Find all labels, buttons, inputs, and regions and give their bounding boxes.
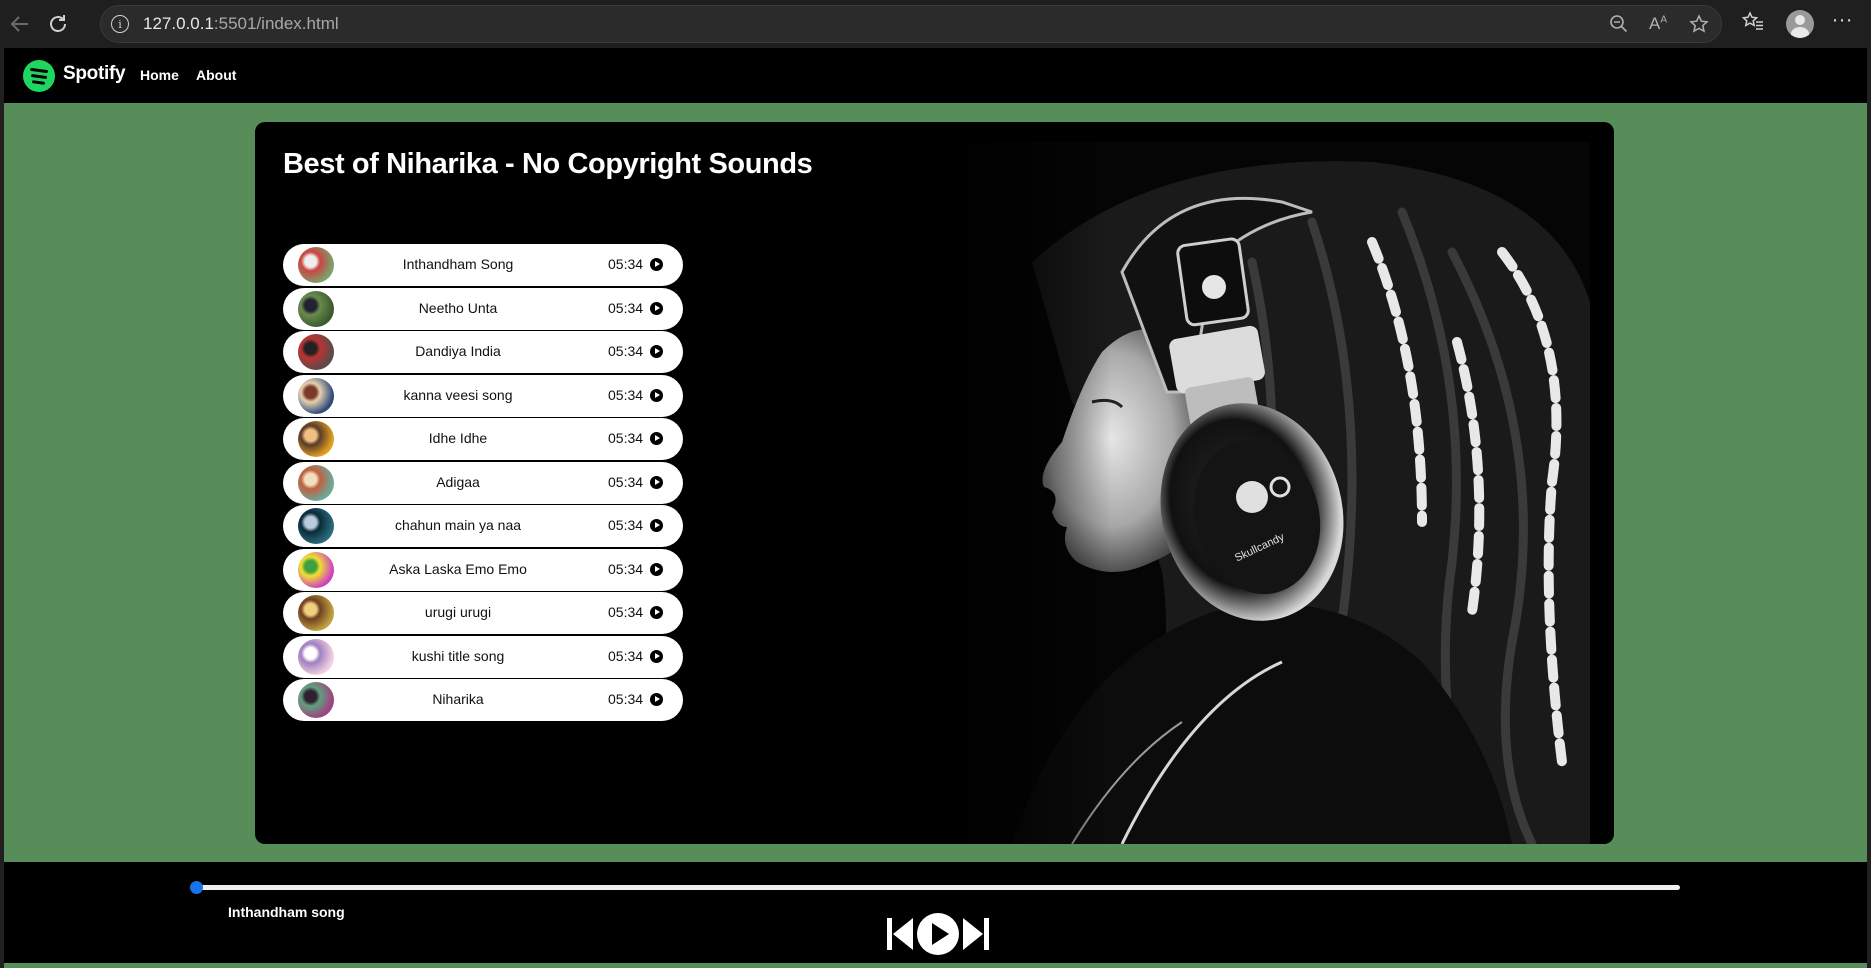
song-item[interactable]: Aska Laska Emo Emo 05:34: [283, 548, 683, 591]
song-name: kanna veesi song: [403, 386, 513, 403]
nav-about[interactable]: About: [196, 67, 236, 83]
info-icon[interactable]: i: [111, 15, 129, 33]
navbar: Spotify Home About: [4, 48, 1867, 103]
favorites-icon[interactable]: [1741, 10, 1764, 37]
song-duration: 05:34: [608, 473, 644, 490]
next-icon[interactable]: [961, 914, 991, 954]
song-name: Idhe Idhe: [428, 430, 488, 446]
song-item[interactable]: Neetho Unta 05:34: [283, 287, 683, 330]
more-icon[interactable]: ···: [1832, 10, 1853, 32]
playlist-title: Best of Niharika - No Copyright Sounds: [283, 148, 813, 180]
song-item[interactable]: Adigaa 05:34: [283, 461, 683, 504]
song-name: Adigaa: [436, 473, 480, 490]
play-circle-icon[interactable]: [650, 606, 663, 619]
song-item[interactable]: kushi title song 05:34: [283, 635, 683, 678]
song-thumbnail: [298, 421, 334, 457]
play-circle-icon[interactable]: [650, 432, 663, 445]
song-name: urugi urugi: [424, 604, 492, 620]
song-name: Dandiya India: [415, 343, 501, 359]
profile-icon[interactable]: [1786, 10, 1814, 38]
song-duration: 05:34: [608, 386, 644, 403]
zoom-icon[interactable]: [1609, 14, 1629, 39]
song-name: kushi title song: [411, 647, 505, 664]
previous-icon[interactable]: [885, 914, 915, 954]
play-circle-icon[interactable]: [650, 258, 663, 271]
song-item[interactable]: Idhe Idhe 05:34: [283, 418, 683, 460]
song-item[interactable]: kanna veesi song 05:34: [283, 374, 683, 417]
song-item[interactable]: Niharika 05:34: [283, 679, 683, 721]
address-bar[interactable]: i 127.0.0.1:5501/index.html AA: [100, 5, 1722, 43]
playlist-container: Best of Niharika - No Copyright Sounds I…: [255, 122, 1614, 844]
song-thumbnail: [298, 377, 334, 414]
song-item[interactable]: chahun main ya naa 05:34: [283, 505, 683, 547]
player-controls: [885, 912, 991, 958]
song-duration: 05:34: [608, 256, 644, 272]
song-item[interactable]: urugi urugi 05:34: [283, 592, 683, 634]
now-playing-title: Inthandham song: [228, 904, 345, 920]
song-duration: 05:34: [608, 604, 644, 620]
play-circle-icon[interactable]: [650, 301, 663, 315]
song-duration: 05:34: [608, 691, 644, 707]
song-name: Niharika: [432, 691, 484, 707]
play-icon[interactable]: [916, 912, 960, 956]
page: Spotify Home About Best of Niharika - No…: [4, 48, 1867, 968]
song-duration: 05:34: [608, 647, 644, 664]
song-duration: 05:34: [608, 560, 644, 577]
play-circle-icon[interactable]: [650, 475, 663, 489]
progress-bar[interactable]: [190, 881, 1680, 894]
song-duration: 05:34: [608, 343, 644, 359]
play-circle-icon[interactable]: [650, 693, 663, 706]
song-thumbnail: [298, 551, 334, 588]
favorite-star-icon[interactable]: [1689, 14, 1709, 39]
song-thumbnail: [298, 508, 334, 544]
play-circle-icon[interactable]: [650, 562, 663, 576]
song-thumbnail: [298, 334, 334, 370]
song-thumbnail: [298, 247, 334, 283]
song-thumbnail: [298, 464, 334, 501]
song-name: Inthandham Song: [402, 256, 514, 272]
song-thumbnail: [298, 638, 334, 675]
play-circle-icon[interactable]: [650, 388, 663, 402]
song-duration: 05:34: [608, 517, 644, 533]
browser-toolbar: i 127.0.0.1:5501/index.html AA ···: [0, 0, 1871, 48]
nav-home[interactable]: Home: [140, 67, 179, 83]
play-circle-icon[interactable]: [650, 649, 663, 663]
song-duration: 05:34: [608, 430, 644, 446]
song-duration: 05:34: [608, 299, 644, 316]
headphones-cover-image: Skullcandy: [952, 142, 1590, 844]
read-aloud-icon[interactable]: AA: [1649, 14, 1667, 34]
song-name: Neetho Unta: [418, 299, 498, 316]
song-thumbnail: [298, 595, 334, 631]
progress-knob[interactable]: [190, 881, 203, 894]
song-thumbnail: [298, 290, 334, 327]
song-name: chahun main ya naa: [394, 517, 522, 533]
song-item[interactable]: Inthandham Song 05:34: [283, 244, 683, 286]
song-item[interactable]: Dandiya India 05:34: [283, 331, 683, 373]
song-thumbnail: [298, 682, 334, 718]
player-bar: Inthandham song: [4, 862, 1867, 963]
play-circle-icon[interactable]: [650, 345, 663, 358]
brand-name[interactable]: Spotify: [63, 63, 126, 85]
reload-icon[interactable]: [44, 10, 72, 38]
back-icon[interactable]: [6, 10, 34, 38]
song-name: Aska Laska Emo Emo: [389, 560, 527, 577]
spotify-logo-icon[interactable]: [23, 60, 55, 92]
url-text: 127.0.0.1:5501/index.html: [143, 14, 339, 33]
play-circle-icon[interactable]: [650, 519, 663, 532]
